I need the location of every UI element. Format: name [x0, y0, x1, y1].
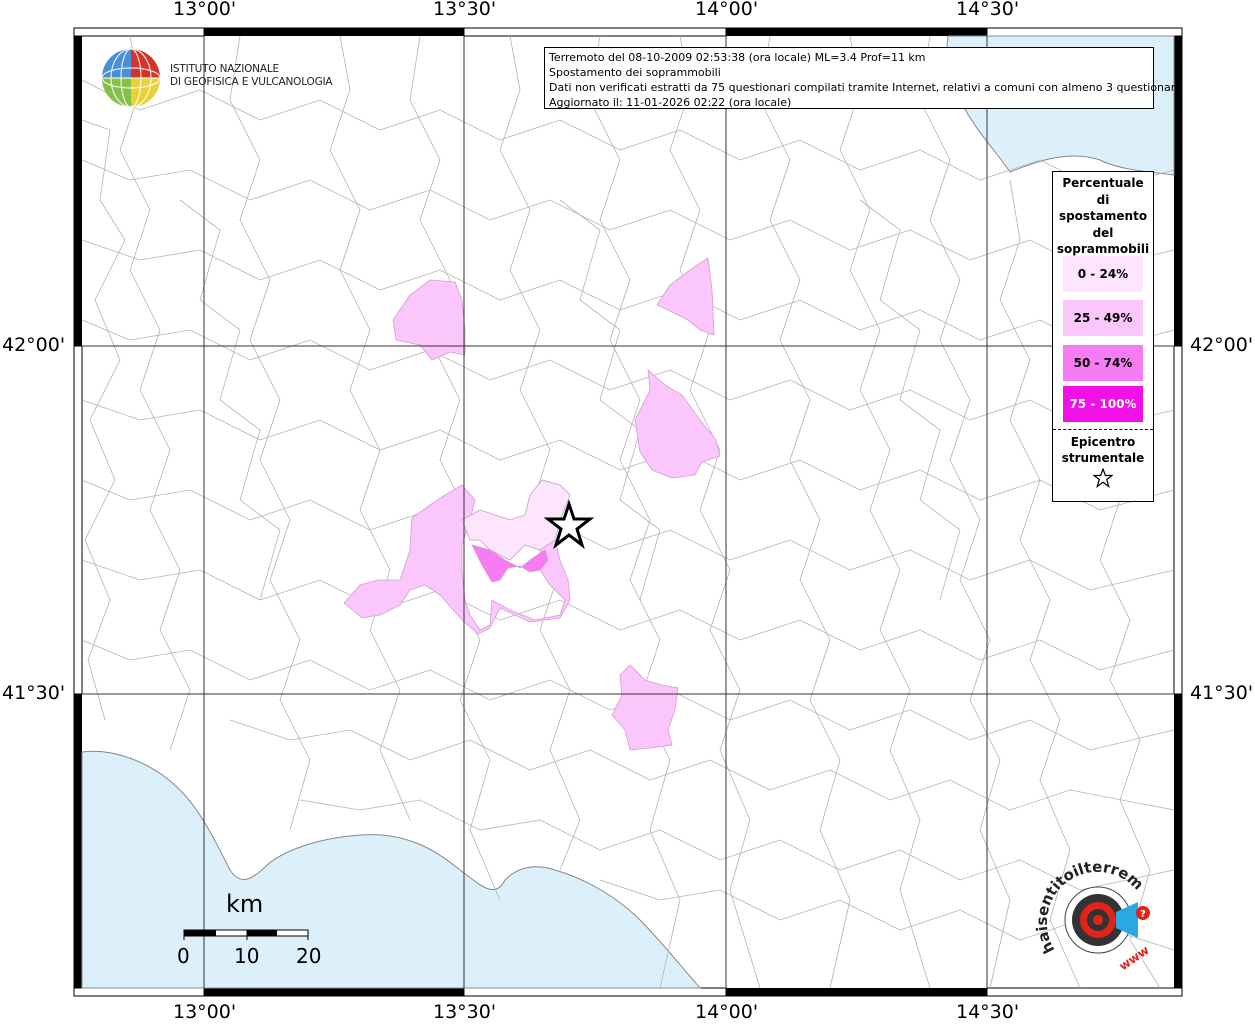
lat-label-right: 41°30': [1190, 682, 1254, 704]
info-line-2: Spostamento dei soprammobili: [549, 66, 721, 79]
scale-tick-20: 20: [296, 944, 322, 968]
lon-label-bottom: 14°30': [956, 1001, 1020, 1023]
lat-label-left: 41°30': [2, 682, 66, 704]
info-line-1: Terremoto del 08-10-2009 02:53:38 (ora l…: [549, 51, 926, 64]
star-icon: [1053, 467, 1153, 491]
info-line-3: Dati non verificati estratti da 75 quest…: [549, 81, 1182, 94]
legend-epicenter-label: Epicentro strumentale: [1061, 435, 1145, 465]
lon-label-bottom: 14°00': [695, 1001, 759, 1023]
scale-unit: km: [226, 890, 264, 918]
legend: Percentuale di spostamento del soprammob…: [1052, 171, 1154, 502]
legend-title: Percentuale di spostamento del soprammob…: [1056, 176, 1150, 256]
earthquake-info-box: Terremoto del 08-10-2009 02:53:38 (ora l…: [544, 47, 1182, 109]
lon-label-top: 14°30': [956, 0, 1020, 20]
haisentito-logo: ? haisentitoilterremoto.it www: [1025, 836, 1170, 984]
hs-url-text: www: [1116, 943, 1151, 974]
map-frame: [73, 27, 1183, 997]
legend-item-50-74: 50 - 74%: [1063, 345, 1143, 381]
scale-tick-0: 0: [177, 944, 190, 968]
lon-label-top: 14°00': [695, 0, 759, 20]
hs-question-mark: ?: [1140, 909, 1146, 920]
ingv-logo-icon: [101, 48, 161, 108]
ingv-logo-text: ISTITUTO NAZIONALE DI GEOFISICA E VULCAN…: [170, 63, 333, 89]
lon-label-bottom: 13°00': [173, 1001, 237, 1023]
info-line-4: Aggiornato il: 11-01-2026 02:22 (ora loc…: [549, 96, 792, 109]
lat-label-left: 42°00': [2, 334, 66, 356]
legend-divider: [1053, 429, 1153, 430]
lon-label-top: 13°30': [433, 0, 497, 20]
legend-item-75-100: 75 - 100%: [1063, 386, 1143, 422]
scale-tick-10: 10: [234, 944, 260, 968]
legend-item-0-24: 0 - 24%: [1063, 256, 1143, 292]
logo-line-1: ISTITUTO NAZIONALE: [170, 63, 279, 75]
logo-line-2: DI GEOFISICA E VULCANOLOGIA: [170, 76, 333, 88]
legend-item-25-49: 25 - 49%: [1063, 300, 1143, 336]
lat-label-right: 42°00': [1190, 334, 1254, 356]
lon-label-bottom: 13°30': [433, 1001, 497, 1023]
lon-label-top: 13°00': [173, 0, 237, 20]
